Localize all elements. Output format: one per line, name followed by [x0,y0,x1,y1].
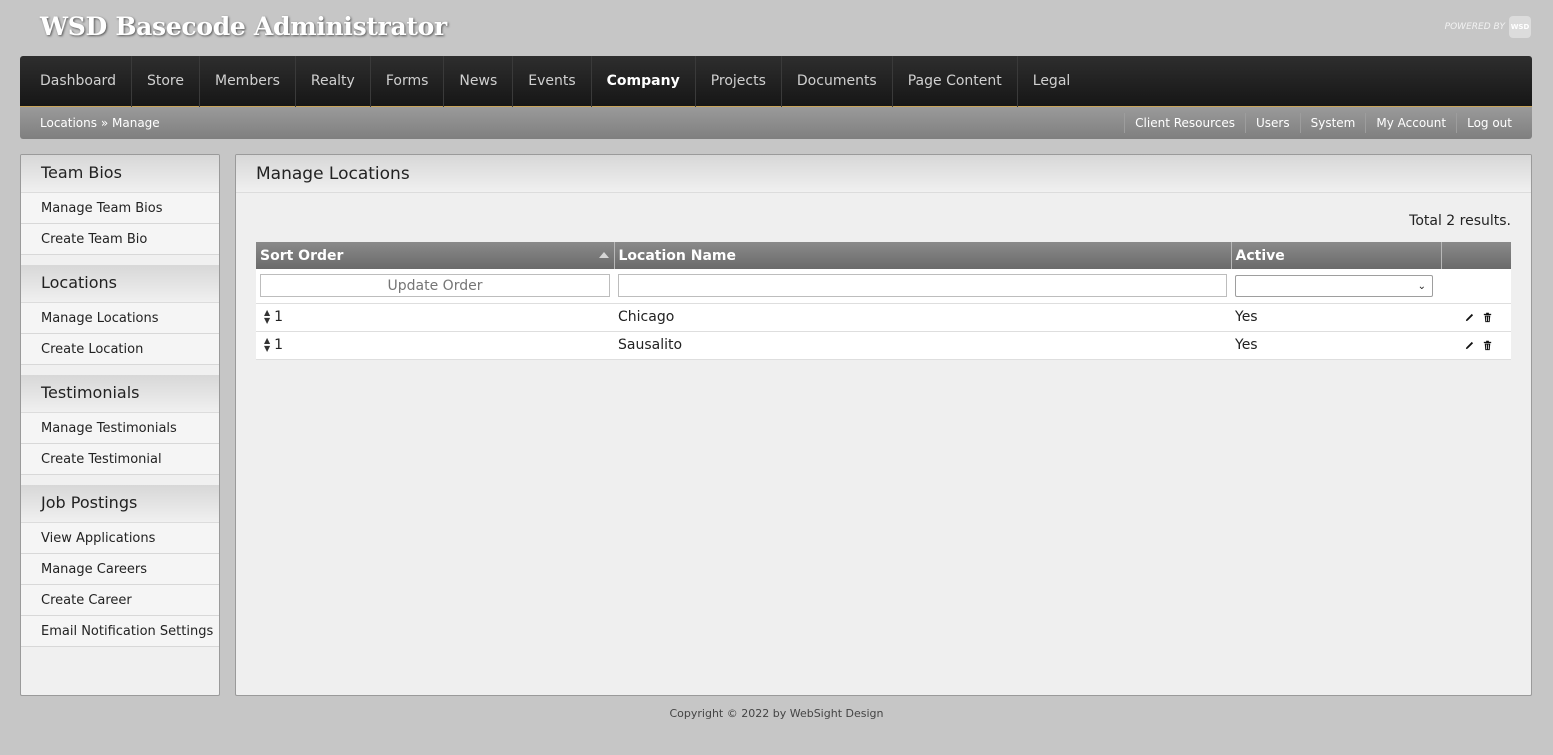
sidebar-item-manage-careers[interactable]: Manage Careers [21,554,219,585]
update-order-input[interactable] [260,274,610,298]
nav-item-documents[interactable]: Documents [782,55,893,107]
nav-item-events[interactable]: Events [513,55,592,107]
column-header-actions [1441,242,1511,269]
sidebar-item-manage-testimonials[interactable]: Manage Testimonials [21,413,219,444]
sidebar-item-view-applications[interactable]: View Applications [21,523,219,554]
drag-handle-icon[interactable]: ▲ ▼ [264,337,270,353]
utility-links: Client Resources Users System My Account Log… [1124,113,1512,133]
powered-by-label: POWERED BY [1444,22,1505,32]
active-cell: Yes [1231,331,1441,360]
breadcrumb-separator: » [97,116,112,130]
drag-handle-icon[interactable]: ▲ ▼ [264,309,270,325]
nav-item-realty[interactable]: Realty [296,55,371,107]
powered-by: POWERED BY WSD [1445,16,1531,38]
sidebar-item-email-notification-settings[interactable]: Email Notification Settings [21,616,219,647]
util-link-log-out[interactable]: Log out [1456,113,1512,133]
active-filter-select[interactable]: ⌄ [1235,274,1433,297]
sidebar-section-title: Locations [21,265,219,303]
sidebar-section-title: Testimonials [21,375,219,413]
location-name-filter[interactable] [618,274,1227,298]
results-count: Total 2 results. [1409,213,1511,229]
nav-item-page-content[interactable]: Page Content [893,55,1018,107]
table-header-row: Sort Order Location Name Active [256,242,1511,269]
actions-cell [1441,303,1511,332]
active-cell: Yes [1231,303,1441,332]
edit-icon[interactable] [1463,311,1475,323]
wsd-logo-icon: WSD [1509,16,1531,38]
footer-copyright: Copyright © 2022 by WebSight Design [669,707,884,720]
app-title: WSD Basecode Administrator [40,12,447,41]
main-panel: Manage Locations Total 2 results. Sort O… [235,154,1532,696]
actions-cell [1441,331,1511,360]
main-nav: Dashboard Store Members Realty Forms News Even… [20,55,1532,107]
nav-item-members[interactable]: Members [200,55,296,107]
delete-icon[interactable] [1481,339,1493,351]
sub-bar: Locations » Manage Client Resources Users… [20,107,1532,139]
filter-cell: ⌄ [1231,269,1441,304]
nav-item-store[interactable]: Store [132,55,200,107]
util-link-client-resources[interactable]: Client Resources [1124,113,1245,133]
sidebar-section-title: Team Bios [21,155,219,193]
util-link-system[interactable]: System [1299,113,1366,133]
sidebar-item-manage-locations[interactable]: Manage Locations [21,303,219,334]
nav-item-forms[interactable]: Forms [371,55,445,107]
filter-cell [256,269,614,304]
column-header-label: Active [1235,247,1285,264]
filter-cell [614,269,1231,304]
filter-row: ⌄ [256,269,1511,304]
breadcrumb-current: Manage [112,116,160,130]
nav-item-legal[interactable]: Legal [1018,56,1086,107]
sidebar: Team Bios Manage Team Bios Create Team Bio… [20,154,220,696]
sort-order-value: 1 [274,309,284,325]
sidebar-item-create-career[interactable]: Create Career [21,585,219,616]
column-header-label: Sort Order [260,247,344,264]
column-header-sort-order[interactable]: Sort Order [256,242,615,269]
column-header-location-name[interactable]: Location Name [614,242,1232,269]
sort-order-value: 1 [274,337,284,353]
sort-order-cell: ▲ ▼ 1 [256,331,614,360]
edit-icon[interactable] [1463,339,1475,351]
nav-item-projects[interactable]: Projects [696,55,782,107]
column-header-label: Location Name [618,247,736,264]
sidebar-item-create-testimonial[interactable]: Create Testimonial [21,444,219,475]
breadcrumb: Locations » Manage [40,116,160,130]
chevron-down-icon: ⌄ [1417,280,1426,292]
table-row[interactable]: ▲ ▼ 1 Chicago Yes [256,303,1511,332]
util-link-users[interactable]: Users [1245,113,1300,133]
sort-asc-icon [598,252,609,258]
util-link-my-account[interactable]: My Account [1365,113,1456,133]
breadcrumb-parent[interactable]: Locations [40,116,97,130]
sort-order-cell: ▲ ▼ 1 [256,303,614,332]
column-header-active[interactable]: Active [1231,242,1442,269]
nav-item-news[interactable]: News [444,55,514,107]
sidebar-item-create-team-bio[interactable]: Create Team Bio [21,224,219,255]
location-name-cell: Sausalito [614,331,1231,360]
sidebar-item-manage-team-bios[interactable]: Manage Team Bios [21,193,219,224]
nav-item-company[interactable]: Company [592,55,696,107]
page-title: Manage Locations [236,155,1531,193]
sidebar-item-create-location[interactable]: Create Location [21,334,219,365]
table-row[interactable]: ▲ ▼ 1 Sausalito Yes [256,331,1511,360]
nav-item-dashboard[interactable]: Dashboard [25,55,132,107]
location-name-cell: Chicago [614,303,1231,332]
sidebar-section-title: Job Postings [21,485,219,523]
locations-table: Sort Order Location Name Active ⌄ ▲▼1Chi… [256,242,1511,360]
delete-icon[interactable] [1481,311,1493,323]
filter-cell [1441,269,1511,304]
